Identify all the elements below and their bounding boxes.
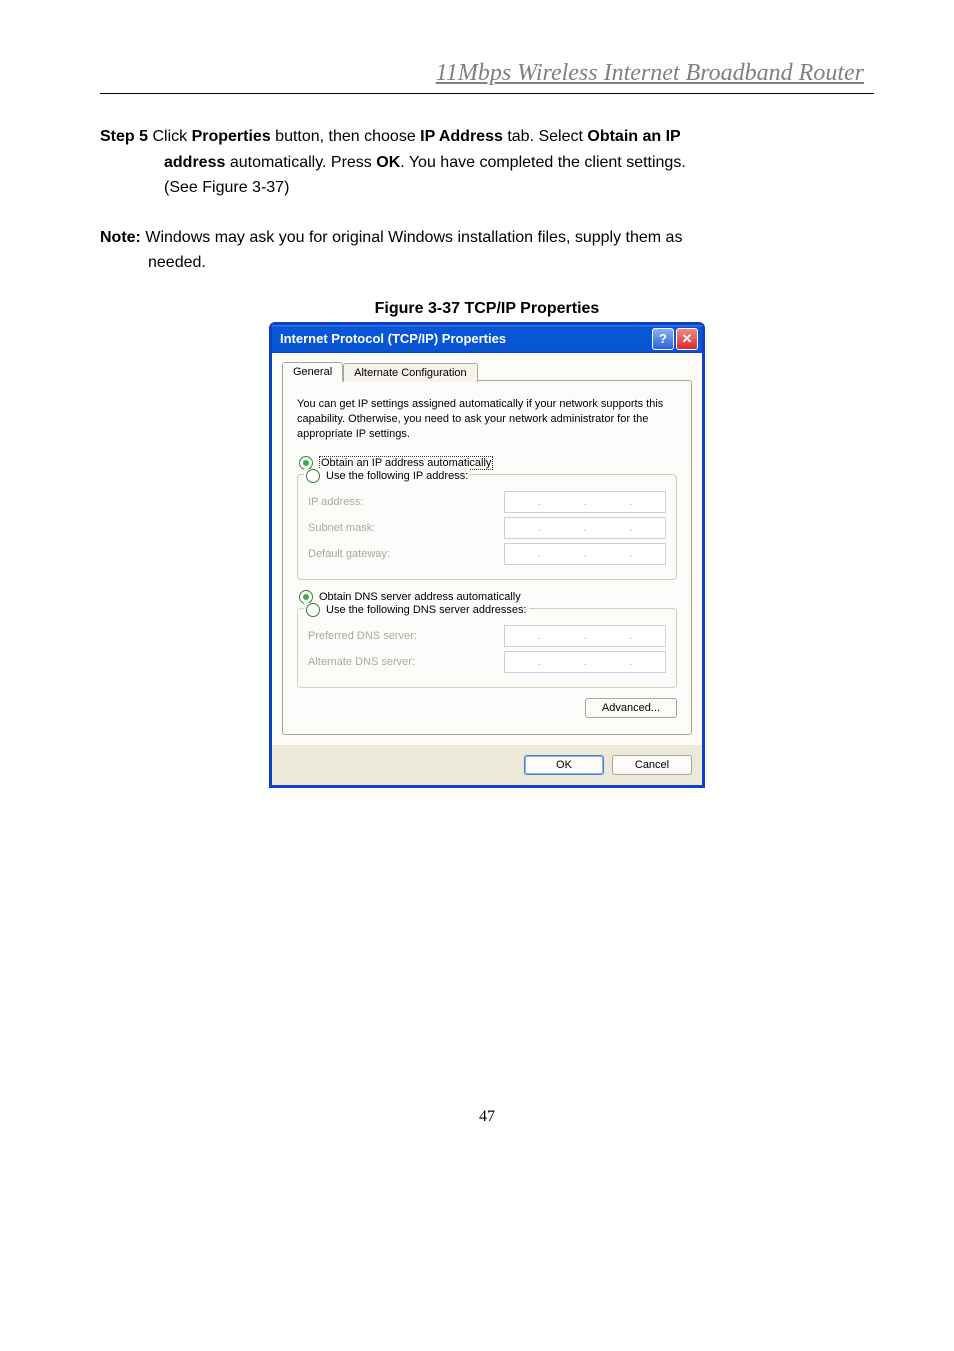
default-gateway-input: ...	[504, 543, 666, 565]
step-5-block: Step 5 Click Properties button, then cho…	[100, 124, 874, 201]
note-label: Note:	[100, 229, 141, 246]
page-number: 47	[100, 1108, 874, 1126]
step-text: (See Figure 3-37)	[100, 175, 874, 201]
default-gateway-label: Default gateway:	[308, 548, 390, 560]
cancel-button[interactable]: Cancel	[612, 755, 692, 775]
radio-use-ip-label: Use the following IP address:	[326, 470, 468, 482]
doc-header-title: 11Mbps Wireless Internet Broadband Route…	[100, 60, 874, 87]
dialog-titlebar: Internet Protocol (TCP/IP) Properties ? …	[272, 325, 702, 353]
radio-obtain-dns-label: Obtain DNS server address automatically	[319, 591, 521, 603]
dialog-title: Internet Protocol (TCP/IP) Properties	[280, 331, 506, 346]
tab-general[interactable]: General	[282, 362, 343, 381]
note-block: Note: Windows may ask you for original W…	[100, 225, 874, 276]
radio-obtain-ip-label: Obtain an IP address automatically	[319, 456, 493, 470]
step-bold: address	[164, 154, 225, 171]
tab-panel-general: You can get IP settings assigned automat…	[282, 380, 692, 735]
preferred-dns-input: ...	[504, 625, 666, 647]
preferred-dns-label: Preferred DNS server:	[308, 630, 417, 642]
subnet-mask-input: ...	[504, 517, 666, 539]
ip-address-input: ...	[504, 491, 666, 513]
step-bold: OK	[376, 154, 400, 171]
step-label: Step 5	[100, 128, 148, 145]
close-button[interactable]: ✕	[676, 328, 698, 350]
ok-button[interactable]: OK	[524, 755, 604, 775]
step-text: Click	[148, 128, 192, 145]
alternate-dns-label: Alternate DNS server:	[308, 656, 415, 668]
step-text: automatically. Press	[225, 154, 376, 171]
header-rule	[100, 93, 874, 94]
radio-use-ip[interactable]	[306, 469, 320, 483]
step-text: tab. Select	[503, 128, 588, 145]
ip-address-label: IP address:	[308, 496, 363, 508]
radio-use-dns[interactable]	[306, 603, 320, 617]
note-text: Windows may ask you for original Windows…	[141, 229, 683, 246]
ip-group: Use the following IP address: IP address…	[297, 474, 677, 580]
tabs: General Alternate Configuration	[282, 362, 692, 381]
advanced-button[interactable]: Advanced...	[585, 698, 677, 718]
step-bold: IP Address	[420, 128, 503, 145]
subnet-mask-label: Subnet mask:	[308, 522, 375, 534]
step-text: button, then choose	[271, 128, 420, 145]
tcpip-dialog: Internet Protocol (TCP/IP) Properties ? …	[269, 322, 705, 788]
radio-obtain-ip[interactable]	[299, 456, 313, 470]
alternate-dns-input: ...	[504, 651, 666, 673]
radio-obtain-dns[interactable]	[299, 590, 313, 604]
step-text: . You have completed the client settings…	[400, 154, 686, 171]
step-bold: Obtain an IP	[587, 128, 680, 145]
note-text: needed.	[100, 250, 874, 276]
help-button[interactable]: ?	[652, 328, 674, 350]
dialog-footer: OK Cancel	[272, 745, 702, 785]
dialog-info-text: You can get IP settings assigned automat…	[297, 397, 677, 442]
figure-caption: Figure 3-37 TCP/IP Properties	[100, 300, 874, 318]
radio-use-dns-label: Use the following DNS server addresses:	[326, 604, 527, 616]
step-bold: Properties	[192, 128, 271, 145]
dns-group: Use the following DNS server addresses: …	[297, 608, 677, 688]
tab-alternate-configuration[interactable]: Alternate Configuration	[343, 363, 478, 382]
